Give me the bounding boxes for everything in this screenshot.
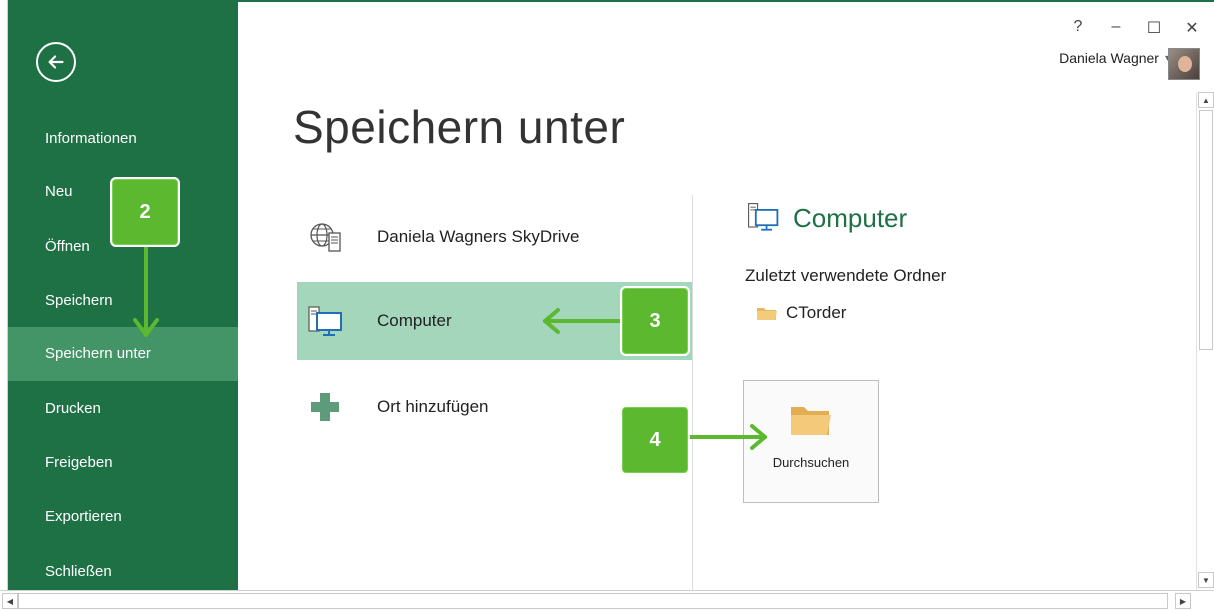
nav-exportieren[interactable]: Exportieren <box>8 490 238 544</box>
vertical-scroll-thumb[interactable] <box>1199 110 1213 350</box>
recent-folder-item[interactable]: CTorder <box>756 303 846 323</box>
user-name: Daniela Wagner <box>1059 50 1159 66</box>
window-controls: ? – ☐ ✕ <box>1070 18 1200 38</box>
scroll-down-button[interactable]: ▼ <box>1198 572 1214 588</box>
callout-badge-3: 3 <box>620 286 690 356</box>
browse-button[interactable]: Durchsuchen <box>743 380 879 503</box>
recent-folders-label: Zuletzt verwendete Ordner <box>745 266 947 285</box>
nav-drucken[interactable]: Drucken <box>8 382 238 436</box>
backstage-sidebar: Informationen Neu Öffnen Speichern Speic… <box>8 2 238 590</box>
callout-badge-4: 4 <box>620 405 690 475</box>
back-arrow-icon <box>48 55 64 69</box>
open-folder-icon <box>791 407 831 435</box>
plus-icon <box>305 387 345 427</box>
left-border-strip <box>0 0 8 610</box>
nav-speichern-unter[interactable]: Speichern unter <box>8 327 238 381</box>
help-button[interactable]: ? <box>1070 18 1086 38</box>
scroll-left-button[interactable]: ◀ <box>2 593 18 609</box>
callout-badge-2: 2 <box>110 177 180 247</box>
place-computer-label: Computer <box>377 311 452 330</box>
nav-speichern[interactable]: Speichern <box>8 274 238 328</box>
recent-folder-name: CTorder <box>786 303 847 322</box>
computer-icon <box>305 301 345 341</box>
user-account[interactable]: Daniela Wagner ▾ <box>1059 50 1170 66</box>
scroll-up-button[interactable]: ▲ <box>1198 92 1214 108</box>
close-button[interactable]: ✕ <box>1184 18 1200 38</box>
horizontal-scrollbar[interactable]: ◀ ▶ <box>0 590 1214 610</box>
place-add-location-label: Ort hinzufügen <box>377 397 489 416</box>
panel-divider <box>692 195 693 590</box>
maximize-button[interactable]: ☐ <box>1146 18 1162 38</box>
horizontal-scroll-thumb[interactable] <box>18 593 1168 609</box>
nav-informationen[interactable]: Informationen <box>8 112 238 166</box>
excel-backstage: Informationen Neu Öffnen Speichern Speic… <box>0 0 1214 610</box>
computer-heading-icon <box>748 203 779 231</box>
globe-server-icon <box>305 217 345 257</box>
folder-icon <box>757 308 777 320</box>
minimize-button[interactable]: – <box>1108 18 1124 38</box>
right-panel-title: Computer <box>793 202 908 233</box>
nav-freigeben[interactable]: Freigeben <box>8 436 238 490</box>
back-button[interactable] <box>36 42 76 82</box>
vertical-scrollbar[interactable]: ▲ ▼ <box>1196 92 1214 590</box>
browse-label: Durchsuchen <box>772 455 850 470</box>
place-skydrive-label: Daniela Wagners SkyDrive <box>377 227 580 246</box>
right-panel-heading: Computer <box>745 200 907 236</box>
avatar[interactable] <box>1168 48 1200 80</box>
page-title: Speichern unter <box>293 101 626 153</box>
scroll-right-button[interactable]: ▶ <box>1175 593 1191 609</box>
place-skydrive[interactable]: Daniela Wagners SkyDrive <box>297 198 692 276</box>
